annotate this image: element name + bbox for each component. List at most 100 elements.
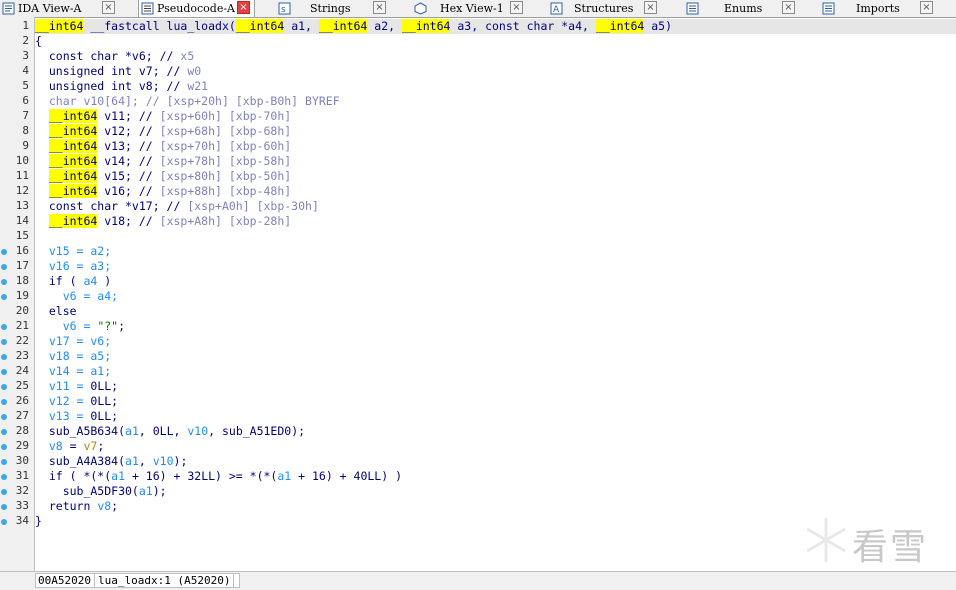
code-line-18[interactable]: if ( a4 ) (35, 274, 956, 289)
breakpoint-dot-icon[interactable] (1, 264, 7, 270)
code-line-19[interactable]: v6 = a4; (35, 289, 956, 304)
code-comment: [xsp+88h] [xbp-48h] (159, 184, 292, 198)
code-line-33[interactable]: return v8; (35, 499, 956, 514)
pseudocode-icon (141, 2, 154, 15)
tab-structures[interactable]: A Structures × (548, 0, 666, 17)
code-line-28[interactable]: sub_A5B634(a1, 0LL, v10, sub_A51ED0); (35, 424, 956, 439)
code-line-7[interactable]: __int64 v11; // [xsp+60h] [xbp-70h] (35, 109, 956, 124)
code-line-10[interactable]: __int64 v14; // [xsp+78h] [xbp-58h] (35, 154, 956, 169)
code-line-8[interactable]: __int64 v12; // [xsp+68h] [xbp-68h] (35, 124, 956, 139)
type-keyword: __int64 (401, 19, 451, 33)
line-number: 7 (22, 109, 29, 122)
code-line-3[interactable]: const char *v6; // x5 (35, 49, 956, 64)
code-text: v14; // (97, 154, 160, 168)
code-line-11[interactable]: __int64 v15; // [xsp+80h] [xbp-50h] (35, 169, 956, 184)
code-number: 0LL (90, 379, 112, 393)
code-line-20[interactable]: else (35, 304, 956, 319)
code-text: const char *v6; // (35, 49, 181, 63)
code-line-13[interactable]: const char *v17; // [xsp+A0h] [xbp-30h] (35, 199, 956, 214)
status-bar: 00A52020 lua_loadx:1 (A52020) (0, 571, 956, 590)
close-icon[interactable]: × (237, 1, 250, 14)
code-text: ; (97, 439, 105, 453)
code-text: v12; // (97, 124, 160, 138)
code-line-16[interactable]: v15 = a2; (35, 244, 956, 259)
tab-ida-view-a[interactable]: IDA View-A × (0, 0, 124, 17)
code-line-29[interactable]: v8 = v7; (35, 439, 956, 454)
close-icon[interactable]: × (373, 1, 386, 14)
breakpoint-dot-icon[interactable] (1, 384, 7, 390)
code-line-6[interactable]: char v10[64]; // [xsp+20h] [xbp-B0h] BYR… (35, 94, 956, 109)
line-number: 18 (15, 274, 29, 287)
code-line-17[interactable]: v16 = a3; (35, 259, 956, 274)
code-line-26[interactable]: v12 = 0LL; (35, 394, 956, 409)
breakpoint-dot-icon[interactable] (1, 369, 7, 375)
code-text: unsigned int v8; // (35, 79, 188, 93)
close-icon[interactable]: × (920, 1, 933, 14)
breakpoint-dot-icon[interactable] (1, 294, 7, 300)
imports-icon (822, 2, 835, 15)
code-variable: v11 = (35, 379, 91, 393)
tab-pseudocode-a[interactable]: Pseudocode-A × (138, 0, 255, 17)
tab-enums[interactable]: Enums × (684, 0, 800, 17)
hex-view-icon (414, 2, 427, 15)
code-line-24[interactable]: v14 = a1; (35, 364, 956, 379)
code-line-22[interactable]: v17 = v6; (35, 334, 956, 349)
code-line-30[interactable]: sub_A4A384(a1, v10); (35, 454, 956, 469)
breakpoint-dot-icon[interactable] (1, 519, 7, 525)
code-line-12[interactable]: __int64 v16; // [xsp+88h] [xbp-48h] (35, 184, 956, 199)
pseudocode-view[interactable]: __int64 __fastcall lua_loadx(__int64 a1,… (35, 17, 956, 571)
breakpoint-dot-icon[interactable] (1, 279, 7, 285)
tab-label: Enums (724, 2, 763, 15)
breakpoint-dot-icon[interactable] (1, 249, 7, 255)
code-line-5[interactable]: unsigned int v8; // w21 (35, 79, 956, 94)
svg-text:A: A (553, 5, 560, 15)
code-text: ; (111, 379, 119, 393)
code-line-23[interactable]: v18 = a5; (35, 349, 956, 364)
type-keyword: __int64 (48, 214, 98, 228)
code-comment: [xsp+68h] [xbp-68h] (159, 124, 292, 138)
code-number: 0LL (90, 394, 112, 408)
code-line-14[interactable]: __int64 v18; // [xsp+A8h] [xbp-28h] (35, 214, 956, 229)
code-variable: v8 (48, 439, 63, 453)
disassembly-icon (2, 2, 15, 15)
tab-strings[interactable]: s Strings × (276, 0, 388, 17)
code-line-31[interactable]: if ( *(*(a1 + 16) + 32LL) >= *(*(a1 + 16… (35, 469, 956, 484)
line-number: 21 (15, 319, 29, 332)
code-variable: a1 (111, 469, 126, 483)
breakpoint-dot-icon[interactable] (1, 459, 7, 465)
code-line-27[interactable]: v13 = 0LL; (35, 409, 956, 424)
breakpoint-dot-icon[interactable] (1, 429, 7, 435)
code-line-9[interactable]: __int64 v13; // [xsp+70h] [xbp-60h] (35, 139, 956, 154)
code-line-32[interactable]: sub_A5DF30(a1); (35, 484, 956, 499)
close-icon[interactable]: × (644, 1, 657, 14)
close-icon[interactable]: × (510, 1, 523, 14)
code-text: , (138, 454, 153, 468)
breakpoint-dot-icon[interactable] (1, 339, 7, 345)
code-line-21[interactable]: v6 = "?"; (35, 319, 956, 334)
breakpoint-dot-icon[interactable] (1, 489, 7, 495)
line-number: 33 (15, 499, 29, 512)
line-number: 25 (15, 379, 29, 392)
tab-hex-view-1[interactable]: Hex View-1 × (412, 0, 530, 17)
breakpoint-dot-icon[interactable] (1, 354, 7, 360)
close-icon[interactable]: × (782, 1, 795, 14)
tab-imports[interactable]: Imports × (820, 0, 956, 17)
breakpoint-dot-icon[interactable] (1, 474, 7, 480)
breakpoint-dot-icon[interactable] (1, 444, 7, 450)
type-keyword: __int64 (48, 184, 98, 198)
code-text: sub_A4A384( (35, 454, 126, 468)
code-line-15[interactable] (35, 229, 956, 244)
type-keyword: __int64 (35, 19, 84, 33)
breakpoint-dot-icon[interactable] (1, 399, 7, 405)
breakpoint-dot-icon[interactable] (1, 324, 7, 330)
code-line-4[interactable]: unsigned int v7; // w0 (35, 64, 956, 79)
breakpoint-dot-icon[interactable] (1, 414, 7, 420)
breakpoint-dot-icon[interactable] (1, 504, 7, 510)
code-line-2[interactable]: { (35, 34, 956, 49)
code-line-25[interactable]: v11 = 0LL; (35, 379, 956, 394)
code-line-1[interactable]: __int64 __fastcall lua_loadx(__int64 a1,… (35, 19, 956, 34)
line-number: 12 (15, 184, 29, 197)
close-icon[interactable]: × (102, 1, 115, 14)
line-number: 10 (15, 154, 29, 167)
